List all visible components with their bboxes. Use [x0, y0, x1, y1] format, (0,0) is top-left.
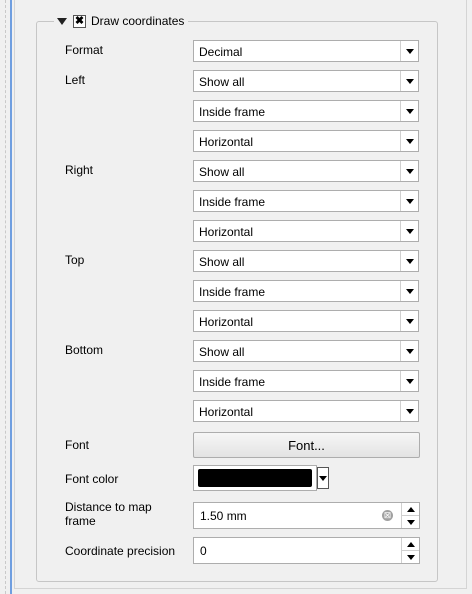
spin-arrows-icon[interactable] — [401, 538, 419, 563]
clear-icon[interactable]: ⊠ — [382, 510, 393, 521]
distance-label: Distance to map frame — [65, 500, 152, 528]
color-swatch — [198, 469, 312, 487]
font-color-label: Font color — [65, 472, 119, 486]
top-show-combo[interactable]: Show all — [193, 250, 419, 272]
chevron-down-icon[interactable] — [400, 251, 418, 271]
chevron-down-icon[interactable] — [400, 191, 418, 211]
chevron-down-icon[interactable] — [400, 221, 418, 241]
top-direction-combo[interactable]: Horizontal — [193, 310, 419, 332]
right-show-combo[interactable]: Show all — [193, 160, 419, 182]
chevron-down-icon[interactable] — [400, 341, 418, 361]
color-menu-chevron-icon[interactable] — [317, 467, 329, 489]
chevron-down-icon[interactable] — [400, 281, 418, 301]
distance-value: 1.50 mm — [200, 509, 247, 523]
format-label: Format — [65, 43, 104, 57]
bottom-show-combo[interactable]: Show all — [193, 340, 419, 362]
bottom-label: Bottom — [65, 343, 104, 357]
top-show-value: Show all — [199, 255, 245, 269]
left-direction-value: Horizontal — [199, 135, 254, 149]
right-label: Right — [65, 163, 94, 177]
left-show-combo[interactable]: Show all — [193, 70, 419, 92]
bottom-show-value: Show all — [199, 345, 245, 359]
spin-arrows-icon[interactable] — [401, 503, 419, 528]
distance-spinbox[interactable]: 1.50 mm ⊠ — [193, 502, 420, 529]
dock-splitter[interactable] — [10, 0, 12, 594]
right-position-value: Inside frame — [199, 195, 266, 209]
draw-coordinates-checkbox[interactable]: ✖ — [73, 14, 86, 28]
chevron-down-icon[interactable] — [400, 371, 418, 391]
right-direction-combo[interactable]: Horizontal — [193, 220, 419, 242]
format-combo[interactable]: Decimal — [193, 40, 419, 62]
bottom-position-value: Inside frame — [199, 375, 266, 389]
left-label: Left — [65, 73, 86, 87]
precision-spinbox[interactable]: 0 — [193, 537, 420, 564]
font-label: Font — [65, 438, 90, 452]
chevron-down-icon[interactable] — [400, 131, 418, 151]
chevron-down-icon[interactable] — [400, 101, 418, 121]
spin-down-icon[interactable] — [402, 516, 419, 528]
spin-up-icon[interactable] — [402, 503, 419, 516]
precision-label: Coordinate precision — [65, 544, 176, 558]
group-legend[interactable]: ✖ Draw coordinates — [54, 12, 189, 30]
left-direction-combo[interactable]: Horizontal — [193, 130, 419, 152]
top-direction-value: Horizontal — [199, 315, 254, 329]
top-position-value: Inside frame — [199, 285, 266, 299]
top-label: Top — [65, 253, 85, 267]
font-button[interactable]: Font... — [193, 432, 420, 458]
chevron-down-icon[interactable] — [400, 311, 418, 331]
spin-up-icon[interactable] — [402, 538, 419, 551]
right-show-value: Show all — [199, 165, 245, 179]
chevron-down-icon[interactable] — [400, 401, 418, 421]
group-title: Draw coordinates — [91, 14, 185, 28]
right-direction-value: Horizontal — [199, 225, 254, 239]
left-position-combo[interactable]: Inside frame — [193, 100, 419, 122]
bottom-direction-combo[interactable]: Horizontal — [193, 400, 419, 422]
top-position-combo[interactable]: Inside frame — [193, 280, 419, 302]
chevron-down-icon[interactable] — [400, 161, 418, 181]
bottom-position-combo[interactable]: Inside frame — [193, 370, 419, 392]
precision-value: 0 — [200, 544, 207, 558]
collapse-triangle-icon[interactable] — [57, 17, 67, 25]
chevron-down-icon[interactable] — [400, 41, 418, 61]
bottom-direction-value: Horizontal — [199, 405, 254, 419]
chevron-down-icon[interactable] — [400, 71, 418, 91]
font-color-button[interactable] — [193, 465, 317, 491]
right-position-combo[interactable]: Inside frame — [193, 190, 419, 212]
left-dock-strip — [0, 0, 6, 594]
format-value: Decimal — [199, 45, 243, 59]
left-position-value: Inside frame — [199, 105, 266, 119]
spin-down-icon[interactable] — [402, 551, 419, 563]
left-show-value: Show all — [199, 75, 245, 89]
